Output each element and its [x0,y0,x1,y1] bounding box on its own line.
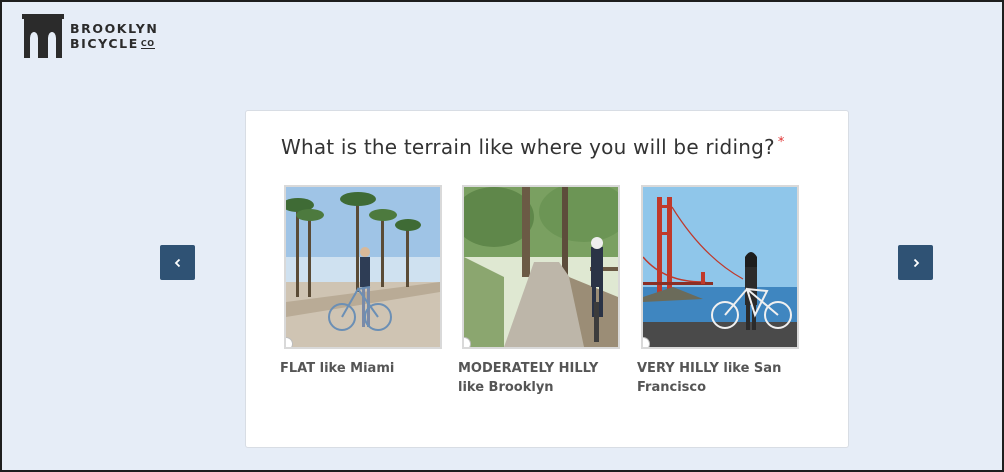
option-flat[interactable]: FLAT like Miami [280,185,442,378]
brand-line-1: BROOKLYN [70,21,159,36]
option-moderately-hilly[interactable]: MODERATELY HILLY like Brooklyn [458,185,620,397]
golden-gate-photo[interactable] [641,185,799,349]
brand-line-2: BICYCLE [70,36,139,51]
option-very-hilly[interactable]: VERY HILLY like San Francisco [637,185,799,397]
previous-button[interactable] [160,245,195,280]
question-text: What is the terrain like where you will … [281,135,775,159]
option-moderately-hilly-label: MODERATELY HILLY like Brooklyn [458,361,599,395]
chevron-left-icon [174,258,180,267]
question-card: What is the terrain like where you will … [245,110,849,448]
next-button[interactable] [898,245,933,280]
question-heading: What is the terrain like where you will … [281,135,785,159]
bridge-logo-icon [22,14,64,58]
required-asterisk: * [777,135,785,150]
chevron-right-icon [913,258,919,267]
hilly-path-photo[interactable] [462,185,620,349]
brand-suffix: CO [140,39,155,49]
option-very-hilly-label: VERY HILLY like San Francisco [637,361,782,395]
brand-logo[interactable]: BROOKLYN BICYCLE CO [22,14,158,58]
option-flat-label: FLAT like Miami [280,361,395,376]
flat-terrain-photo[interactable] [284,185,442,349]
brand-wordmark: BROOKLYN BICYCLE CO [70,21,158,51]
